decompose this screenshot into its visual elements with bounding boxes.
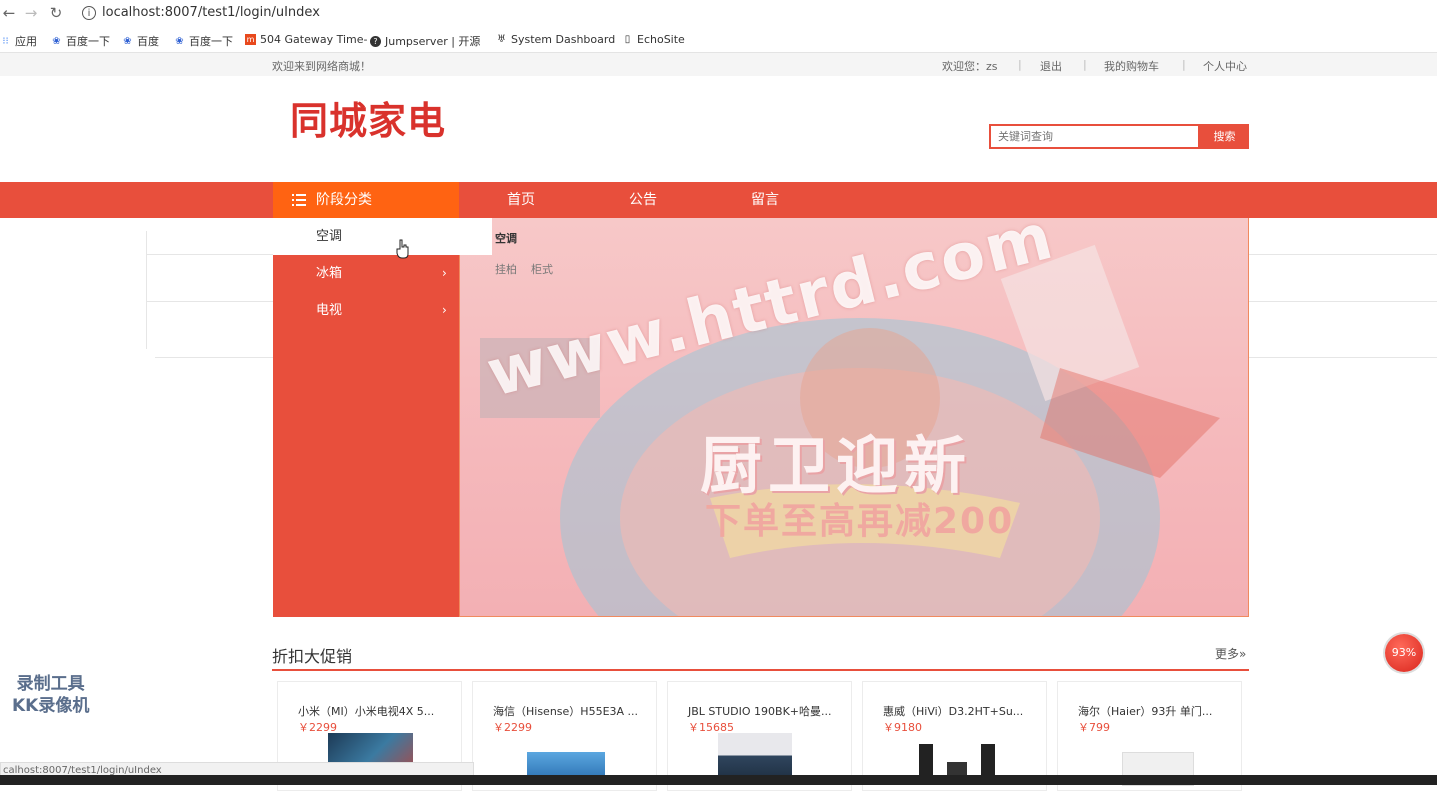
site-logo[interactable]: 同城家电 [290, 90, 446, 145]
category-item-tv[interactable]: 电视 › [273, 292, 459, 329]
submenu-link-cabinet[interactable]: 柜式 [531, 261, 553, 277]
info-icon[interactable]: i [82, 6, 96, 20]
baidu-paw-icon: ❀ [175, 35, 184, 47]
bookmark-gateway[interactable]: m 504 Gateway Time- [245, 33, 367, 46]
product-name: 小米（MI）小米电视4X 5... [298, 705, 435, 718]
bookmark-label: 504 Gateway Time- [260, 33, 368, 46]
profile-link[interactable]: 个人中心 [1203, 58, 1247, 74]
bookmark-label: 百度一下 [66, 35, 110, 48]
hand-cursor-icon [396, 239, 409, 259]
recorder-watermark: 录制工具 KK录像机 [12, 673, 89, 717]
divider [146, 231, 147, 349]
bookmark-system-dashboard[interactable]: ♅ System Dashboard [496, 33, 615, 46]
url-text[interactable]: localhost:8007/test1/login/uIndex [102, 5, 320, 20]
logout-link[interactable]: 退出 [1040, 58, 1062, 74]
separator: | [1182, 58, 1186, 71]
site-favicon-icon: m [245, 34, 256, 45]
divider [146, 301, 273, 302]
more-link[interactable]: 更多» [1215, 645, 1246, 662]
bookmarks-bar: ⁝⁝ 应用 ❀ 百度一下 ❀ 百度 ❀ 百度一下 m 504 Gateway T… [0, 28, 1437, 53]
bookmark-label: System Dashboard [511, 33, 616, 46]
dashboard-icon: ♅ [497, 34, 506, 45]
nav-announcements[interactable]: 公告 [629, 182, 657, 218]
divider [155, 357, 273, 358]
category-menu-button[interactable]: 阶段分类 [273, 182, 459, 218]
list-menu-icon [292, 194, 306, 206]
bookmark-apps[interactable]: ⁝⁝ 应用 [0, 33, 37, 49]
bookmark-baidu-1[interactable]: ❀ 百度一下 [51, 33, 110, 49]
chevron-right-icon: › [442, 266, 447, 280]
category-label: 空调 [316, 229, 343, 244]
baidu-paw-icon: ❀ [123, 35, 132, 47]
divider [146, 254, 273, 255]
back-arrow-icon[interactable]: ← [0, 4, 18, 22]
category-item-fridge[interactable]: 冰箱 › [273, 255, 459, 292]
bookmark-label: EchoSite [637, 33, 685, 46]
nav-messages[interactable]: 留言 [751, 182, 779, 218]
product-name: 海信（Hisense）H55E3A ... [493, 705, 639, 718]
category-item-aircon[interactable]: 空调 [273, 218, 492, 255]
recorder-line: KK录像机 [12, 696, 90, 716]
product-name: JBL STUDIO 190BK+哈曼... [688, 705, 832, 718]
submenu-title: 空调 [495, 232, 517, 245]
search-button[interactable]: 搜索 [1200, 124, 1249, 149]
bookmark-label: Jumpserver | 开源 [385, 35, 481, 48]
separator: | [1083, 58, 1087, 71]
cart-link[interactable]: 我的购物车 [1104, 58, 1159, 74]
jumpserver-icon: ? [370, 35, 381, 47]
speed-indicator[interactable]: 93% [1385, 634, 1423, 672]
nav-home[interactable]: 首页 [507, 182, 535, 218]
category-panel: 空调 冰箱 › 电视 › [273, 218, 492, 617]
apps-grid-icon: ⁝⁝ [2, 35, 9, 47]
bookmark-baidu-3[interactable]: ❀ 百度一下 [174, 33, 233, 49]
user-greeting: 欢迎您：zs [942, 60, 998, 73]
search-input[interactable] [989, 124, 1200, 149]
category-label: 冰箱 [316, 266, 343, 281]
category-label: 电视 [316, 303, 343, 318]
bookmark-label: 百度 [137, 35, 159, 48]
bookmark-baidu-2[interactable]: ❀ 百度 [122, 33, 159, 49]
product-name: 海尔（Haier）93升 单门... [1078, 705, 1213, 718]
submenu-link-wall[interactable]: 挂柏 [495, 261, 517, 277]
welcome-text: 欢迎来到网络商城！ [272, 60, 371, 73]
page-icon: ▯ [624, 34, 631, 45]
promo-section-title: 折扣大促销 [272, 647, 353, 666]
bookmark-jumpserver[interactable]: ? Jumpserver | 开源 [370, 33, 480, 49]
recorder-line: 录制工具 [16, 674, 85, 694]
category-menu-label: 阶段分类 [316, 192, 372, 208]
bookmark-label: 百度一下 [189, 35, 233, 48]
product-price: ￥799 [1078, 721, 1110, 734]
reload-icon[interactable]: ↻ [47, 4, 65, 22]
divider [1249, 357, 1437, 358]
banner-subtitle: 下单至高再减200 [705, 501, 1015, 542]
bookmark-echosite[interactable]: ▯ EchoSite [622, 33, 685, 46]
product-price: ￥2299 [493, 721, 532, 734]
section-underline [272, 669, 1249, 671]
baidu-paw-icon: ❀ [52, 35, 61, 47]
video-player-bar [0, 775, 1437, 785]
separator: | [1018, 58, 1022, 71]
divider [1249, 254, 1437, 255]
product-price: ￥9180 [883, 721, 922, 734]
bookmark-label: 应用 [15, 35, 37, 48]
forward-arrow-icon[interactable]: → [22, 4, 40, 22]
main-nav-bar [0, 182, 1437, 218]
chevron-right-icon: › [442, 303, 447, 317]
divider [1249, 301, 1437, 302]
product-name: 惠威（HiVi）D3.2HT+Su... [883, 705, 1024, 718]
